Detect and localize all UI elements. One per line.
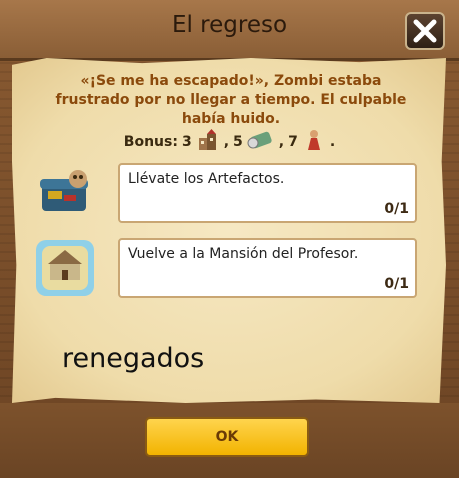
task-text: Llévate los Artefactos. <box>128 171 285 187</box>
bonus-value: 7 <box>288 134 298 150</box>
scroll-icon <box>247 128 275 156</box>
close-button[interactable] <box>405 12 445 50</box>
ok-button[interactable]: OK <box>145 417 309 457</box>
bonus-value: 5 <box>233 134 243 150</box>
red-figure-icon <box>302 128 326 156</box>
quest-dialog: El regreso «¡Se me ha escapado!», Zombi … <box>0 0 459 478</box>
bonus-value: 3 <box>181 134 192 150</box>
close-icon <box>413 19 437 43</box>
buildings-icon <box>196 128 220 156</box>
task-progress: 0/1 <box>384 276 409 292</box>
bonus-row: Bonus: 3 , 5 , 7 . <box>0 128 459 156</box>
task-box: Vuelve a la Mansión del Profesor. 0/1 <box>118 238 417 298</box>
mansion-map-icon <box>34 238 96 298</box>
artifact-chest-icon <box>34 165 96 225</box>
bonus-label: Bonus: <box>123 134 178 150</box>
title-bar: El regreso <box>0 0 459 61</box>
overlay-text: renegados <box>62 343 205 374</box>
dialog-title: El regreso <box>171 12 288 38</box>
task-progress: 0/1 <box>384 201 409 217</box>
task-box: Llévate los Artefactos. 0/1 <box>118 163 417 223</box>
quest-description: «¡Se me ha escapado!», Zombi estaba frus… <box>55 73 407 127</box>
task-text: Vuelve a la Mansión del Profesor. <box>128 246 359 262</box>
